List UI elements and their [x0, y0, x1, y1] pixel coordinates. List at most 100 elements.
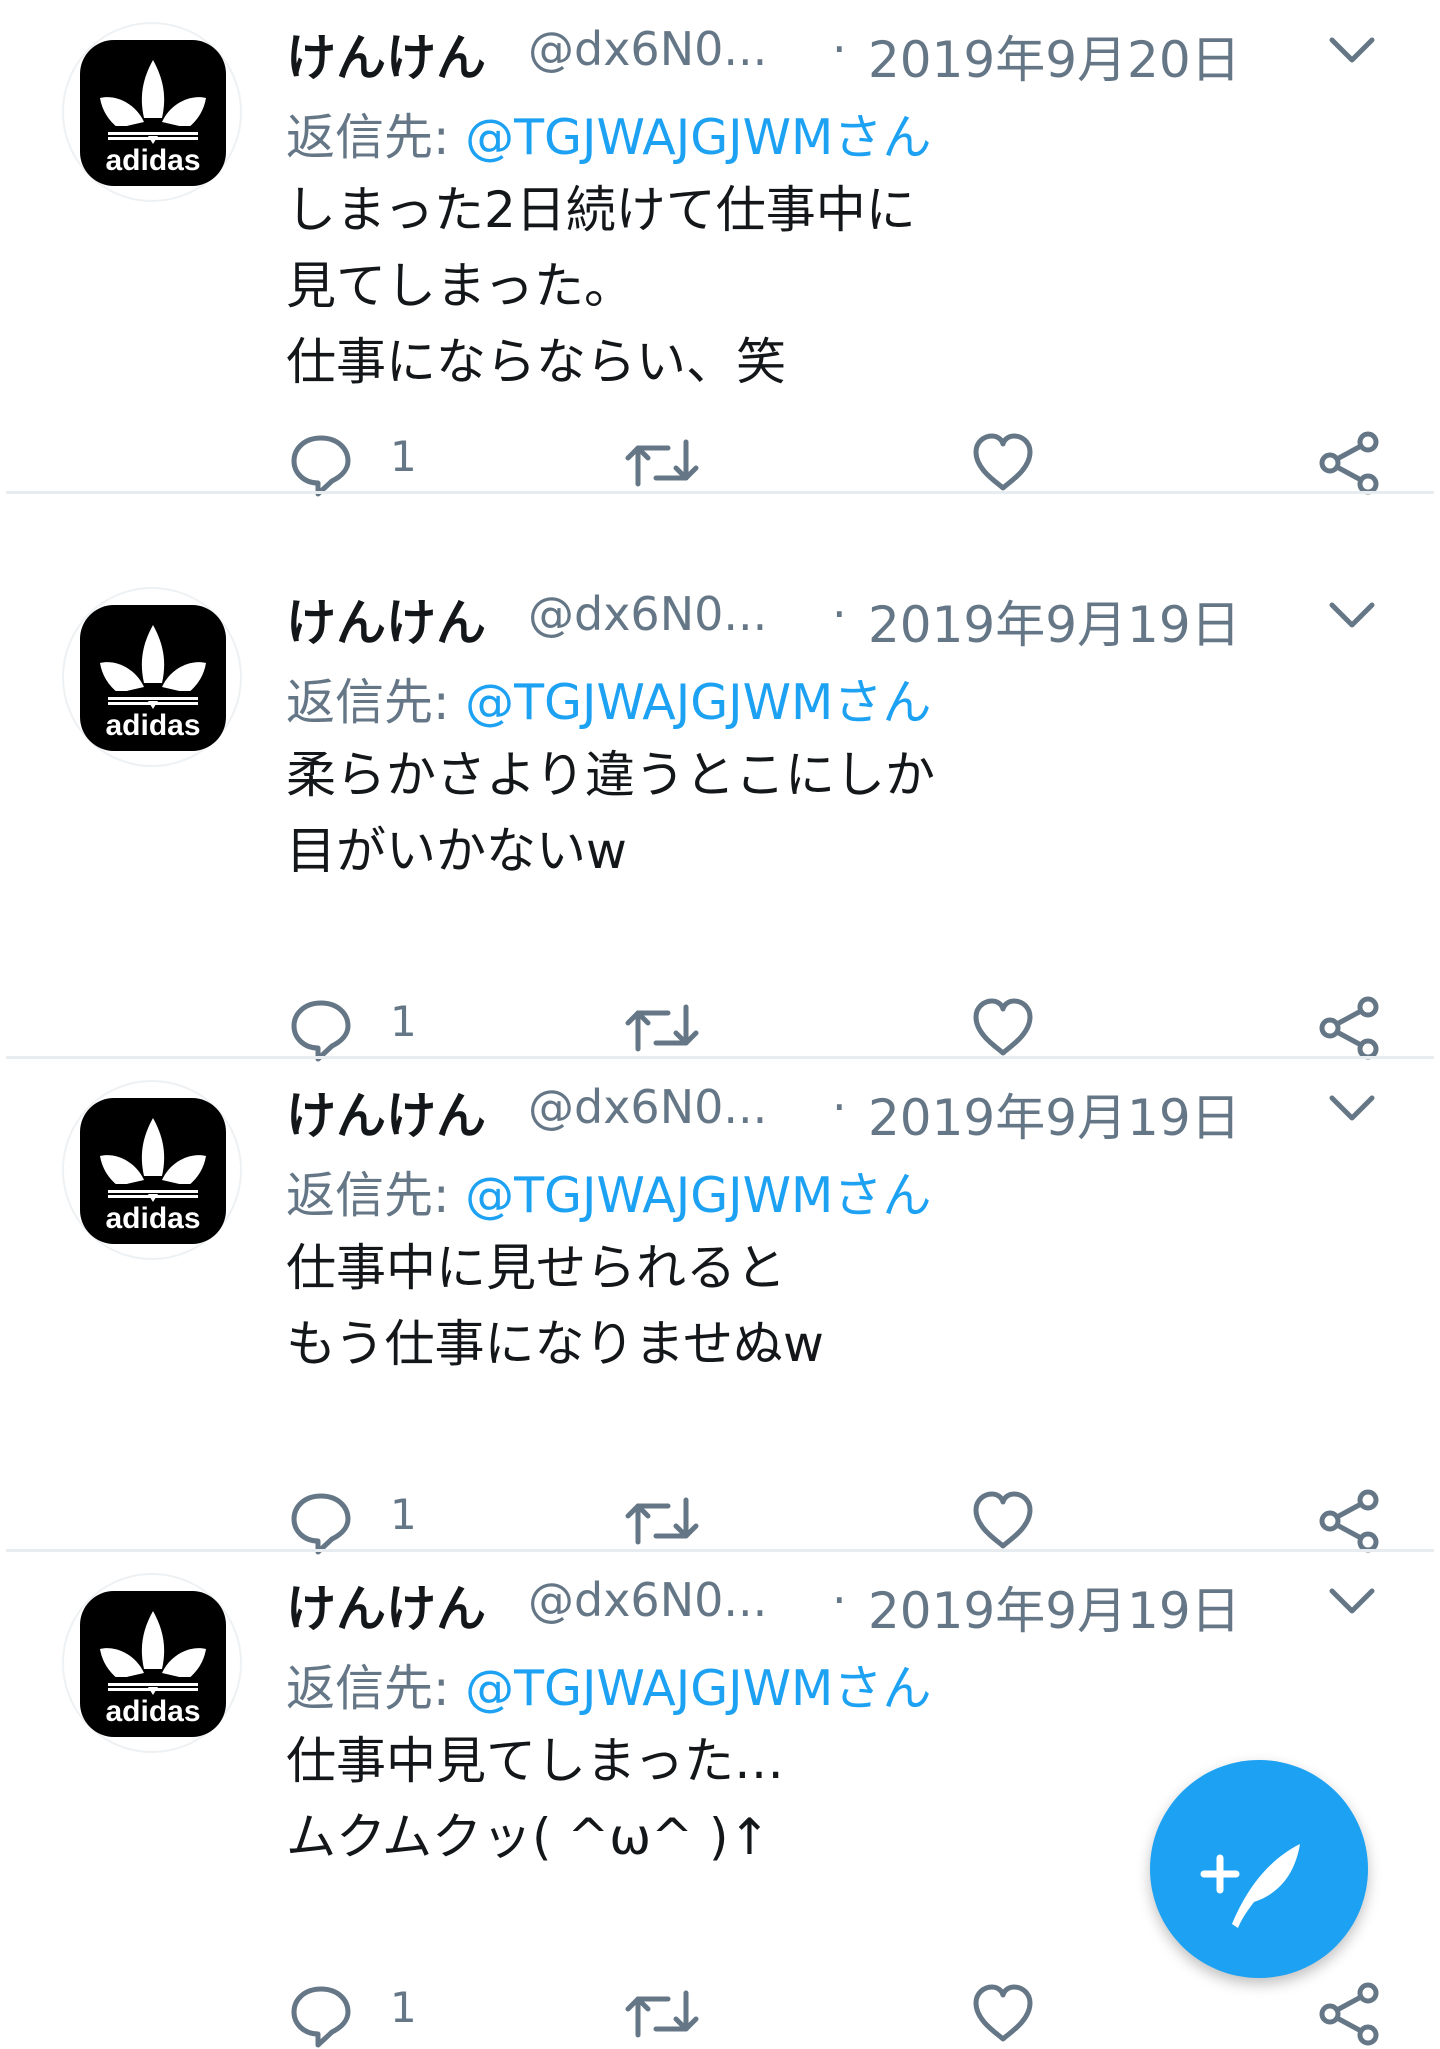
display-name[interactable]: けんけん — [286, 583, 486, 655]
reply-prefix: 返信先: — [286, 1660, 466, 1717]
separator-dot: · — [832, 1573, 847, 1627]
reply-to-link[interactable]: @TGJWAJGJWMさん — [465, 1167, 931, 1224]
display-name[interactable]: けんけん — [286, 1076, 486, 1148]
svg-text:adidas: adidas — [105, 1695, 200, 1728]
svg-text:adidas: adidas — [105, 1202, 200, 1235]
share-button[interactable] — [1316, 428, 1386, 498]
retweet-button[interactable] — [622, 1486, 702, 1556]
tweet-date[interactable]: 2019年9月19日 — [868, 1078, 1241, 1150]
reply-icon — [291, 1000, 351, 1062]
share-button[interactable] — [1316, 1979, 1386, 2049]
reply-button[interactable]: 1 — [286, 428, 417, 498]
tweet-date[interactable]: 2019年9月19日 — [868, 1571, 1241, 1643]
reply-context: 返信先: @TGJWAJGJWMさん — [286, 98, 931, 169]
share-icon — [1319, 1489, 1379, 1553]
tweet-header: けんけん @dx6N0... · 2019年9月19日 — [286, 1076, 1286, 1147]
share-icon — [1319, 1982, 1379, 2046]
tweet-actions: 1 — [286, 1979, 1386, 2049]
reply-prefix: 返信先: — [286, 1167, 466, 1224]
user-handle[interactable]: @dx6N0... — [528, 22, 767, 76]
tweet-text-line: 見てしまった。 — [286, 257, 634, 315]
avatar[interactable]: adidas — [62, 1573, 242, 1753]
tweet-text: しまった2日続けて仕事中に 見てしまった。 仕事にならならい、笑 — [286, 172, 1286, 400]
reply-count: 1 — [390, 1983, 417, 2032]
like-button[interactable] — [968, 428, 1038, 498]
display-name[interactable]: けんけん — [286, 18, 486, 90]
tweet-text-line: 仕事中見てしまった… — [286, 1732, 784, 1790]
avatar[interactable]: adidas — [62, 22, 242, 202]
tweet[interactable]: adidas けんけん @dx6N0... · 2019年9月20日 返信先: … — [0, 0, 1440, 497]
user-handle[interactable]: @dx6N0... — [528, 1080, 767, 1134]
like-button[interactable] — [968, 993, 1038, 1063]
display-name[interactable]: けんけん — [286, 1569, 486, 1641]
tweet-header: けんけん @dx6N0... · 2019年9月19日 — [286, 583, 1286, 654]
adidas-logo-icon: adidas — [80, 605, 226, 751]
retweet-button[interactable] — [622, 428, 702, 498]
tweet-text-line: 目がいかないw — [286, 822, 627, 880]
separator-dot: · — [832, 22, 847, 76]
reply-to-link[interactable]: @TGJWAJGJWMさん — [465, 674, 931, 731]
separator-dot: · — [832, 587, 847, 641]
reply-prefix: 返信先: — [286, 109, 466, 166]
tweet-actions: 1 — [286, 428, 1386, 498]
share-button[interactable] — [1316, 993, 1386, 1063]
tweet[interactable]: adidas けんけん @dx6N0... · 2019年9月19日 返信先: … — [0, 1058, 1440, 1555]
compose-icon — [1200, 1844, 1300, 1928]
tweet-actions: 1 — [286, 993, 1386, 1063]
tweet-date[interactable]: 2019年9月20日 — [868, 20, 1241, 92]
tweet-text: 仕事中に見せられると もう仕事になりませぬw — [286, 1230, 1286, 1382]
reply-icon — [291, 435, 351, 497]
share-icon — [1319, 996, 1379, 1060]
tweet-text-line: 柔らかさより違うとこにしか — [286, 746, 935, 804]
tweet-text-line: 仕事中に見せられると — [286, 1239, 786, 1297]
chevron-down-icon[interactable] — [1322, 30, 1382, 70]
heart-icon — [973, 433, 1033, 491]
retweet-button[interactable] — [622, 993, 702, 1063]
adidas-logo-icon: adidas — [80, 1098, 226, 1244]
chevron-down-icon[interactable] — [1322, 595, 1382, 635]
separator-dot: · — [832, 1080, 847, 1134]
avatar[interactable]: adidas — [62, 587, 242, 767]
chevron-down-icon[interactable] — [1322, 1581, 1382, 1621]
divider — [6, 491, 1434, 494]
reply-to-link[interactable]: @TGJWAJGJWMさん — [465, 1660, 931, 1717]
svg-text:adidas: adidas — [105, 709, 200, 742]
heart-icon — [973, 1491, 1033, 1549]
user-handle[interactable]: @dx6N0... — [528, 1573, 767, 1627]
user-handle[interactable]: @dx6N0... — [528, 587, 767, 641]
tweet-text: 柔らかさより違うとこにしか 目がいかないw — [286, 737, 1286, 889]
retweet-icon — [625, 1004, 699, 1052]
like-button[interactable] — [968, 1486, 1038, 1556]
tweet-header: けんけん @dx6N0... · 2019年9月19日 — [286, 1569, 1286, 1640]
tweet-text-line: しまった2日続けて仕事中に — [286, 181, 916, 239]
tweet-date[interactable]: 2019年9月19日 — [868, 585, 1241, 657]
chevron-down-icon[interactable] — [1322, 1088, 1382, 1128]
avatar[interactable]: adidas — [62, 1080, 242, 1260]
retweet-button[interactable] — [622, 1979, 702, 2049]
reply-button[interactable]: 1 — [286, 1979, 417, 2049]
heart-icon — [973, 998, 1033, 1056]
svg-text:adidas: adidas — [105, 144, 200, 177]
reply-count: 1 — [390, 997, 417, 1046]
reply-to-link[interactable]: @TGJWAJGJWMさん — [465, 109, 931, 166]
reply-button[interactable]: 1 — [286, 993, 417, 1063]
reply-context: 返信先: @TGJWAJGJWMさん — [286, 663, 931, 734]
tweet-text: 仕事中見てしまった… ムクムクッ( ^ω^ )↑ — [286, 1723, 1286, 1875]
reply-count: 1 — [390, 432, 417, 481]
tweet-text-line: ムクムクッ( ^ω^ )↑ — [286, 1808, 771, 1866]
share-button[interactable] — [1316, 1486, 1386, 1556]
tweet-text-line: もう仕事になりませぬw — [286, 1315, 824, 1373]
like-button[interactable] — [968, 1979, 1038, 2049]
reply-button[interactable]: 1 — [286, 1486, 417, 1556]
retweet-icon — [625, 1497, 699, 1545]
reply-icon — [291, 1986, 351, 2048]
tweet[interactable]: adidas けんけん @dx6N0... · 2019年9月19日 返信先: … — [0, 565, 1440, 1062]
tweet-text-line: 仕事にならならい、笑 — [286, 333, 786, 391]
retweet-icon — [625, 439, 699, 487]
share-icon — [1319, 431, 1379, 495]
compose-tweet-button[interactable] — [1150, 1760, 1368, 1978]
heart-icon — [973, 1984, 1033, 2042]
tweet-header: けんけん @dx6N0... · 2019年9月20日 — [286, 18, 1286, 89]
reply-context: 返信先: @TGJWAJGJWMさん — [286, 1649, 931, 1720]
reply-context: 返信先: @TGJWAJGJWMさん — [286, 1156, 931, 1227]
